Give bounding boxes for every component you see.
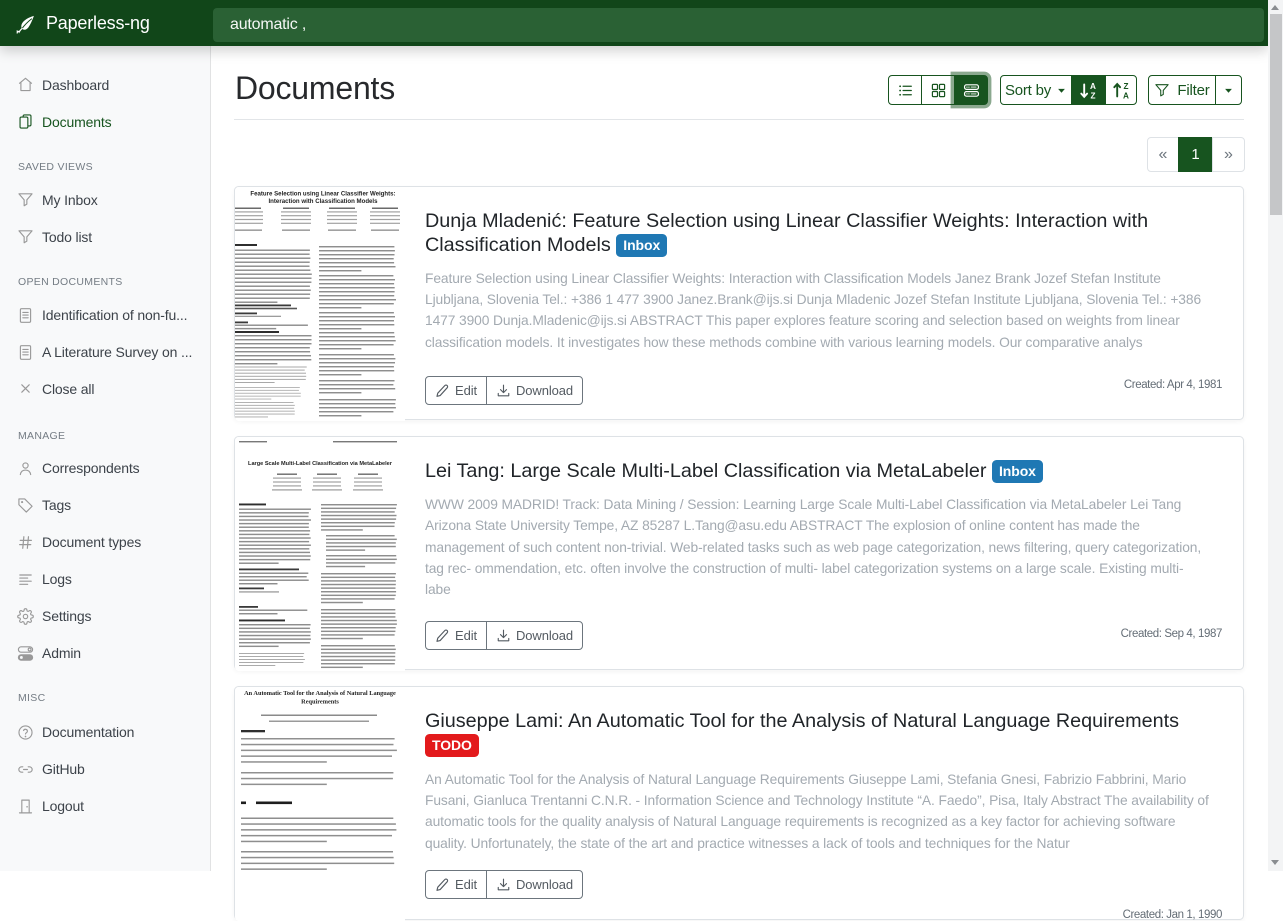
svg-text:Large Scale Multi-Label Classi: Large Scale Multi-Label Classification v… (248, 461, 393, 467)
svg-text:A: A (1123, 92, 1129, 99)
svg-text:A: A (1090, 82, 1096, 91)
svg-text:An Automatic Tool for the Anal: An Automatic Tool for the Analysis of Na… (244, 690, 396, 697)
svg-text:Z: Z (1123, 82, 1128, 91)
svg-text:Z: Z (1090, 92, 1095, 99)
svg-text:Interaction with Classificatio: Interaction with Classification Models (268, 198, 378, 205)
svg-text:Requirements: Requirements (301, 699, 339, 706)
svg-text:Feature Selection using Linear: Feature Selection using Linear Classifie… (250, 191, 395, 198)
